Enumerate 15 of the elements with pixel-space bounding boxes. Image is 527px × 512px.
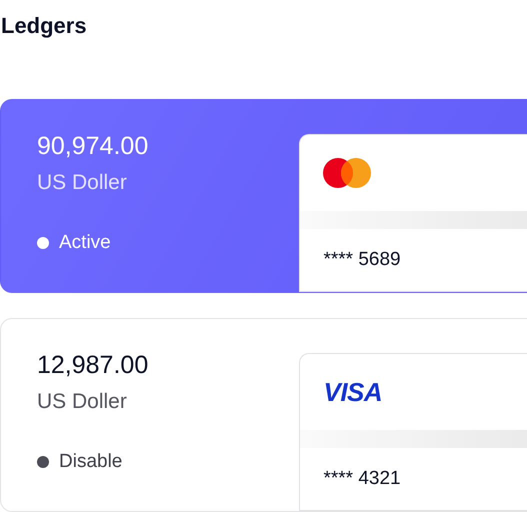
page-title: Ledgers: [0, 12, 88, 40]
balance-amount: 12,987.00: [37, 350, 150, 381]
card-number: **** 5689: [322, 248, 402, 271]
currency-label: US Doller: [37, 389, 128, 415]
currency-label: US Doller: [37, 170, 128, 196]
status-dot: [37, 237, 49, 249]
balance-amount: 90,974.00: [37, 131, 150, 162]
card-number: **** 4321: [322, 467, 402, 490]
ledger-card[interactable]: 12,987.00 US Doller Disable VISA **** 4321: [0, 318, 527, 512]
card-brand-logo: VISA: [323, 376, 382, 408]
status-dot: [37, 456, 49, 468]
status-label: Disable: [59, 451, 122, 473]
status-label: Active: [59, 232, 111, 254]
ledger-card[interactable]: 90,974.00 US Doller Active **** 5689: [0, 99, 527, 293]
card-brand-icon: [323, 158, 372, 188]
